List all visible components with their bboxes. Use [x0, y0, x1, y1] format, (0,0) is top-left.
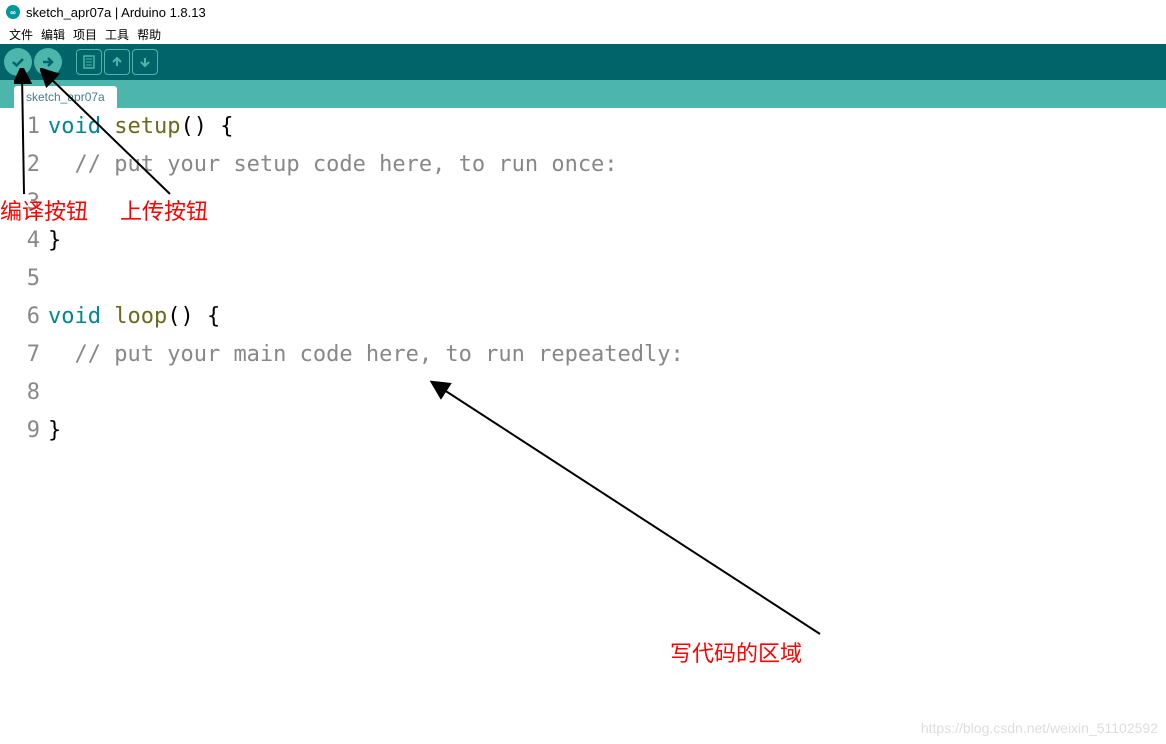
annotation-codearea: 写代码的区域 [670, 636, 802, 668]
verify-button[interactable] [4, 48, 32, 76]
upload-button[interactable] [34, 48, 62, 76]
arrow-up-icon [110, 55, 124, 69]
menu-tools[interactable]: 工具 [102, 25, 132, 44]
check-icon [10, 54, 26, 70]
menubar: 文件 编辑 项目 工具 帮助 [0, 24, 1166, 44]
line-number: 4 [0, 222, 40, 260]
watermark: https://blog.csdn.net/weixin_51102592 [921, 720, 1158, 736]
line-number: 2 [0, 146, 40, 184]
code-line[interactable] [48, 184, 1166, 222]
save-button[interactable] [132, 49, 158, 75]
code-line[interactable]: void loop() { [48, 298, 1166, 336]
new-button[interactable] [76, 49, 102, 75]
arduino-logo-icon: ∞ [6, 5, 20, 19]
line-number: 9 [0, 412, 40, 450]
arrow-right-icon [40, 54, 56, 70]
code-line[interactable]: // put your main code here, to run repea… [48, 336, 1166, 374]
menu-help[interactable]: 帮助 [134, 25, 164, 44]
line-number: 1 [0, 108, 40, 146]
code-line[interactable] [48, 374, 1166, 412]
code-line[interactable] [48, 260, 1166, 298]
line-number: 7 [0, 336, 40, 374]
code-content[interactable]: void setup() { // put your setup code he… [48, 108, 1166, 450]
line-number: 8 [0, 374, 40, 412]
code-editor[interactable]: 123456789 void setup() { // put your set… [0, 108, 1166, 450]
code-line[interactable]: } [48, 222, 1166, 260]
line-gutter: 123456789 [0, 108, 48, 450]
menu-sketch[interactable]: 项目 [70, 25, 100, 44]
code-line[interactable]: } [48, 412, 1166, 450]
window-title: sketch_apr07a | Arduino 1.8.13 [26, 5, 206, 20]
arrow-down-icon [138, 55, 152, 69]
tabbar: sketch_apr07a [0, 80, 1166, 108]
menu-edit[interactable]: 编辑 [38, 25, 68, 44]
annotation-compile: 编译按钮 [0, 194, 88, 226]
code-line[interactable]: void setup() { [48, 108, 1166, 146]
annotation-upload: 上传按钮 [120, 194, 208, 226]
file-icon [82, 55, 96, 69]
titlebar: ∞ sketch_apr07a | Arduino 1.8.13 [0, 0, 1166, 24]
line-number: 6 [0, 298, 40, 336]
line-number: 5 [0, 260, 40, 298]
code-line[interactable]: // put your setup code here, to run once… [48, 146, 1166, 184]
tab-sketch[interactable]: sketch_apr07a [14, 86, 117, 108]
open-button[interactable] [104, 49, 130, 75]
toolbar [0, 44, 1166, 80]
menu-file[interactable]: 文件 [6, 25, 36, 44]
